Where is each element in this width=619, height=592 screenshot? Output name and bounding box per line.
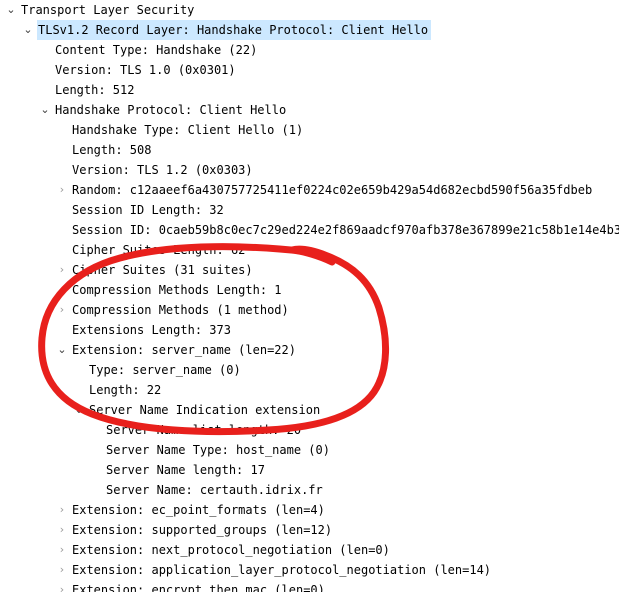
packet-detail-tree[interactable]: ⌄ Transport Layer Security ⌄ TLSv1.2 Record… [0, 0, 619, 592]
packet-detail-row-label: Extension: encrypt_then_mac (len=0) [72, 583, 325, 592]
packet-detail-row-label: Server Name list length: 20 [106, 423, 302, 437]
packet-detail-row-label: Extension: server_name (len=22) [72, 343, 296, 357]
packet-detail-row-label: Handshake Protocol: Client Hello [55, 103, 287, 117]
packet-detail-row[interactable]: ⌄ TLSv1.2 Record Layer: Handshake Protoco… [0, 20, 619, 40]
packet-detail-row[interactable]: Version: TLS 1.2 (0x0303) [0, 160, 619, 180]
chevron-down-icon[interactable]: ⌄ [38, 100, 52, 120]
chevron-down-icon[interactable]: ⌄ [72, 400, 86, 420]
packet-detail-row-label: Length: 512 [55, 83, 135, 97]
packet-detail-row-label: Extension: next_protocol_negotiation (le… [72, 543, 390, 557]
packet-detail-row-label: Handshake Type: Client Hello (1) [72, 123, 304, 137]
chevron-down-icon[interactable]: ⌄ [4, 0, 18, 20]
packet-detail-row[interactable]: › Extension: next_protocol_negotiation (l… [0, 540, 619, 560]
packet-detail-row-label: Compression Methods Length: 1 [72, 283, 282, 297]
packet-detail-row-label: Extensions Length: 373 [72, 323, 231, 337]
packet-detail-row[interactable]: ⌄ Handshake Protocol: Client Hello [0, 100, 619, 120]
packet-detail-row-label: Version: TLS 1.0 (0x0301) [55, 63, 236, 77]
packet-detail-row[interactable]: › Random: c12aaeef6a430757725411ef0224c02… [0, 180, 619, 200]
packet-detail-row-label: TLSv1.2 Record Layer: Handshake Protocol… [37, 20, 432, 40]
packet-detail-row[interactable]: Compression Methods Length: 1 [0, 280, 619, 300]
packet-detail-row[interactable]: › Cipher Suites (31 suites) [0, 260, 619, 280]
packet-detail-row[interactable]: ⌄ Extension: server_name (len=22) [0, 340, 619, 360]
packet-detail-row[interactable]: ⌄ Transport Layer Security [0, 0, 619, 20]
packet-detail-row-label: Cipher Suites Length: 62 [72, 243, 246, 257]
chevron-right-icon[interactable]: › [55, 500, 69, 520]
chevron-down-icon[interactable]: ⌄ [55, 340, 69, 360]
packet-detail-row[interactable]: Server Name Type: host_name (0) [0, 440, 619, 460]
packet-detail-row-label: Compression Methods (1 method) [72, 303, 289, 317]
packet-detail-row-label: Length: 508 [72, 143, 152, 157]
packet-detail-row[interactable]: Session ID Length: 32 [0, 200, 619, 220]
packet-detail-row[interactable]: Extensions Length: 373 [0, 320, 619, 340]
packet-detail-row-label: Server Name length: 17 [106, 463, 265, 477]
chevron-right-icon[interactable]: › [55, 180, 69, 200]
chevron-right-icon[interactable]: › [55, 540, 69, 560]
packet-detail-row-label: Server Name Type: host_name (0) [106, 443, 330, 457]
packet-detail-row-label: Random: c12aaeef6a430757725411ef0224c02e… [72, 183, 593, 197]
packet-detail-row[interactable]: Length: 512 [0, 80, 619, 100]
packet-detail-row-label: Server Name: certauth.idrix.fr [106, 483, 323, 497]
packet-detail-row-label: Length: 22 [89, 383, 162, 397]
packet-detail-row[interactable]: Server Name list length: 20 [0, 420, 619, 440]
packet-detail-row[interactable]: Version: TLS 1.0 (0x0301) [0, 60, 619, 80]
packet-detail-row-label: Session ID: 0caeb59b8c0ec7c29ed224e2f869… [72, 223, 619, 237]
chevron-right-icon[interactable]: › [55, 580, 69, 592]
chevron-down-icon[interactable]: ⌄ [21, 20, 35, 40]
chevron-right-icon[interactable]: › [55, 520, 69, 540]
packet-detail-row[interactable]: Length: 22 [0, 380, 619, 400]
packet-detail-row-label: Session ID Length: 32 [72, 203, 224, 217]
packet-detail-row[interactable]: › Extension: supported_groups (len=12) [0, 520, 619, 540]
chevron-right-icon[interactable]: › [55, 560, 69, 580]
packet-detail-row-label: Version: TLS 1.2 (0x0303) [72, 163, 253, 177]
packet-detail-row-label: Extension: supported_groups (len=12) [72, 523, 333, 537]
packet-detail-row[interactable]: › Extension: application_layer_protocol_n… [0, 560, 619, 580]
packet-details-panel: ⌄ Transport Layer Security ⌄ TLSv1.2 Record… [0, 0, 619, 592]
packet-detail-row-label: Extension: application_layer_protocol_ne… [72, 563, 492, 577]
packet-detail-row-label: Transport Layer Security [21, 3, 195, 17]
packet-detail-row[interactable]: Session ID: 0caeb59b8c0ec7c29ed224e2f869… [0, 220, 619, 240]
chevron-right-icon[interactable]: › [55, 300, 69, 320]
packet-detail-row[interactable]: › Compression Methods (1 method) [0, 300, 619, 320]
packet-detail-row[interactable]: ⌄ Server Name Indication extension [0, 400, 619, 420]
packet-detail-row-label: Content Type: Handshake (22) [55, 43, 258, 57]
packet-detail-row-label: Type: server_name (0) [89, 363, 241, 377]
packet-detail-row[interactable]: Content Type: Handshake (22) [0, 40, 619, 60]
packet-detail-row[interactable]: Type: server_name (0) [0, 360, 619, 380]
packet-detail-row[interactable]: Server Name length: 17 [0, 460, 619, 480]
packet-detail-row[interactable]: › Extension: ec_point_formats (len=4) [0, 500, 619, 520]
packet-detail-row-label: Extension: ec_point_formats (len=4) [72, 503, 325, 517]
packet-detail-row-label: Cipher Suites (31 suites) [72, 263, 253, 277]
packet-detail-row[interactable]: Length: 508 [0, 140, 619, 160]
packet-detail-row[interactable]: › Extension: encrypt_then_mac (len=0) [0, 580, 619, 592]
packet-detail-row-label: Server Name Indication extension [89, 403, 321, 417]
packet-detail-row[interactable]: Server Name: certauth.idrix.fr [0, 480, 619, 500]
packet-detail-row[interactable]: Handshake Type: Client Hello (1) [0, 120, 619, 140]
chevron-right-icon[interactable]: › [55, 260, 69, 280]
packet-detail-row[interactable]: Cipher Suites Length: 62 [0, 240, 619, 260]
